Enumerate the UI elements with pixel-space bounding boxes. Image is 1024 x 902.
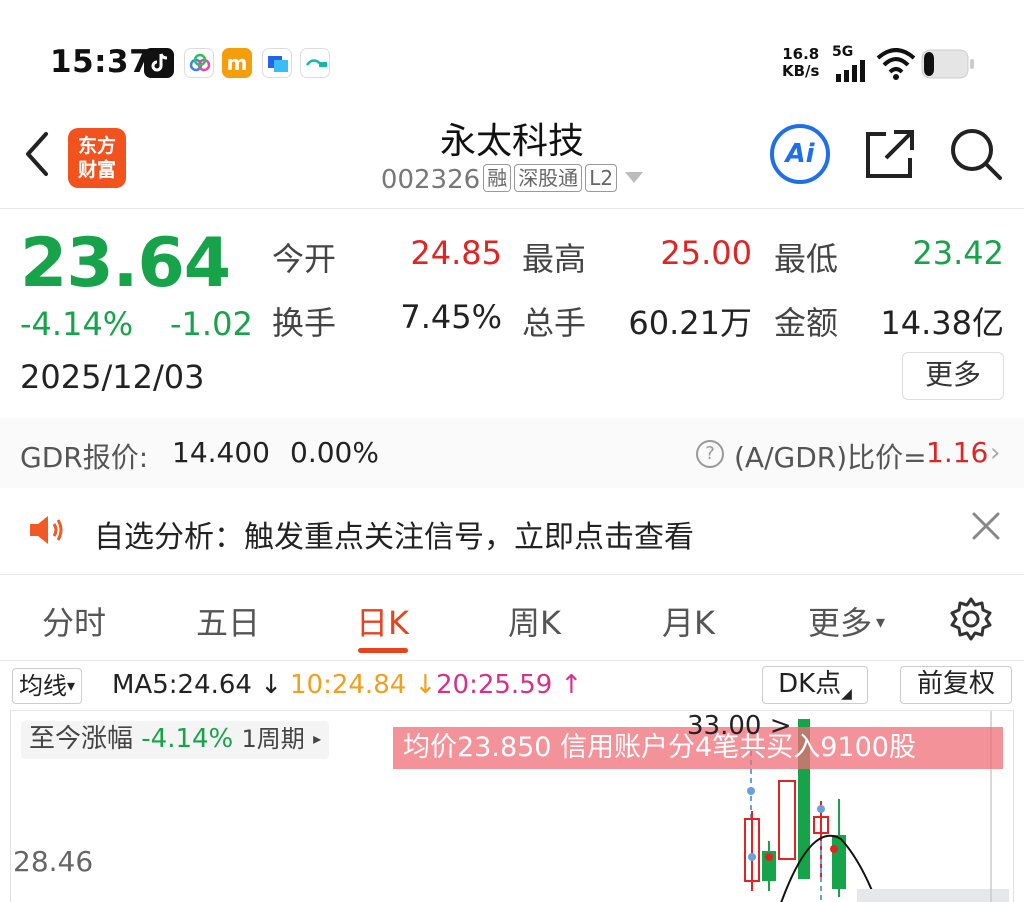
ma20-value: 20:25.59 ↑	[436, 670, 583, 700]
gdr-percent: 0.00%	[290, 436, 379, 469]
tab-more[interactable]: 更多 ▾	[808, 598, 885, 644]
sell-dot	[830, 845, 838, 853]
signal-icon	[836, 60, 865, 82]
kline-chart[interactable]: 至今涨幅 -4.14% 1周期 ▸ 28.46 均价23.850 信用账户分4笔…	[10, 710, 1014, 902]
ratio-label: (A/GDR)比价=	[734, 441, 927, 474]
chat-app-icon	[262, 48, 292, 78]
header-divider	[0, 208, 1024, 209]
cloud-icon	[184, 48, 214, 78]
change-percent: -4.14%	[20, 305, 134, 343]
tab-daily-k[interactable]: 日K	[356, 598, 409, 644]
high-marker: 33.00 >	[687, 711, 792, 741]
battery-icon	[921, 49, 974, 79]
buy-dot	[817, 805, 825, 813]
search-icon[interactable]	[946, 124, 1006, 184]
close-icon[interactable]	[970, 510, 1002, 542]
amount-value: 14.38亿	[880, 304, 1004, 342]
change-amount: -1.02	[170, 305, 253, 343]
open-value: 24.85	[410, 234, 502, 272]
caret-down-icon: ▾	[876, 612, 886, 633]
gdr-label: GDR报价:	[20, 441, 149, 474]
buy-dot	[747, 787, 755, 795]
dk-point-button[interactable]: DK点◢	[762, 666, 868, 704]
quote-date: 2025/12/03	[20, 358, 205, 396]
ma-row: 均线▾ MA5:24.64 ↓ 10:24.84 ↓ 20:25.59 ↑ DK…	[0, 664, 1024, 708]
candle	[778, 780, 796, 860]
l2-tag: L2	[585, 164, 618, 192]
gdr-row[interactable]: GDR报价: 14.400 0.00% ? (A/GDR)比价= 1.16 ›	[0, 418, 1024, 488]
share-icon[interactable]	[862, 124, 918, 184]
notice-divider	[0, 574, 1024, 575]
adjust-button[interactable]: 前复权	[900, 666, 1012, 704]
ratio-value: 1.16	[926, 436, 989, 469]
turnover-label: 换手	[272, 304, 337, 342]
range-highlight	[857, 889, 1009, 902]
turnover-value: 7.45%	[400, 298, 502, 336]
gear-icon[interactable]	[948, 596, 994, 642]
buy-dot	[765, 853, 773, 861]
connect-tag: 深股通	[514, 164, 583, 192]
gdr-value: 14.400	[172, 436, 270, 469]
stock-header: 东方 财富 永太科技 002326 融深股通 L2 Ai	[0, 108, 1024, 208]
status-time: 15:37	[50, 44, 152, 80]
tiktok-icon	[144, 48, 174, 78]
last-price: 23.64	[20, 224, 231, 303]
pay-app-icon	[300, 48, 330, 78]
wifi-icon	[876, 48, 916, 80]
open-label: 今开	[272, 240, 337, 278]
m-app-icon: m	[222, 48, 252, 78]
tabs-divider	[0, 660, 1024, 661]
net-speed: 16.8 KB/s	[782, 45, 820, 80]
low-label: 最低	[774, 240, 839, 278]
active-tab-indicator	[358, 648, 408, 653]
chevron-right-icon: ›	[990, 438, 1001, 468]
period-tabs: 分时 五日 日K 周K 月K 更多 ▾	[0, 586, 1024, 656]
more-quote-button[interactable]: 更多	[902, 352, 1004, 400]
caret-down-icon: ▾	[67, 676, 76, 695]
volume-value: 60.21万	[628, 304, 752, 342]
high-label: 最高	[522, 240, 587, 278]
ma5-value: MA5:24.64 ↓	[112, 670, 283, 700]
ma10-value: 10:24.84 ↓	[290, 670, 437, 700]
svg-text:m: m	[227, 51, 248, 75]
margin-tag: 融	[483, 164, 512, 192]
stock-code: 002326	[380, 165, 481, 195]
ai-button[interactable]: Ai	[770, 124, 830, 184]
tab-five-day[interactable]: 五日	[196, 598, 260, 644]
amount-label: 金额	[774, 304, 839, 342]
help-icon[interactable]: ?	[696, 440, 724, 468]
notice-bar[interactable]: 自选分析：触发重点关注信号，立即点击查看	[0, 488, 1024, 574]
tab-monthly-k[interactable]: 月K	[662, 598, 715, 644]
low-value: 23.42	[912, 234, 1004, 272]
corner-icon: ◢	[841, 686, 852, 702]
ma-selector[interactable]: 均线▾	[12, 668, 83, 704]
buy-dot	[748, 853, 756, 861]
speaker-icon	[30, 516, 63, 544]
notice-text: 自选分析：触发重点关注信号，立即点击查看	[94, 520, 694, 555]
high-value: 25.00	[660, 234, 752, 272]
tab-weekly-k[interactable]: 周K	[508, 598, 561, 644]
tab-intraday[interactable]: 分时	[42, 598, 106, 644]
volume-label: 总手	[522, 304, 587, 342]
caret-down-icon	[625, 172, 644, 183]
network-type: 5G	[832, 44, 854, 60]
status-bar: 15:37 m 16.8 KB/s 5G	[0, 0, 1024, 110]
